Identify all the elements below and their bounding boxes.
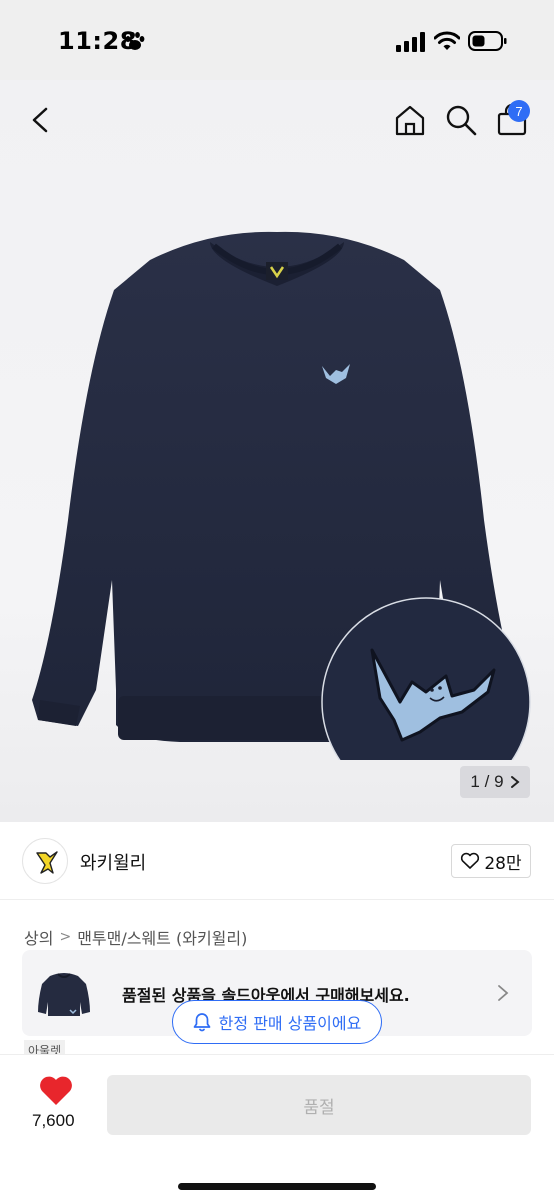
status-bar: 11:28 [0,0,554,80]
chevron-right-icon[interactable] [494,982,512,1004]
limited-sale-pill: 한정 판매 상품이에요 [172,1000,382,1044]
cart-count-badge: 7 [508,100,530,122]
soldout-thumbnail [38,973,90,1016]
wifi-icon [434,31,460,50]
brand-name[interactable]: 와키윌리 [80,849,146,875]
breadcrumb-separator: > [59,929,72,945]
pager-current: 1 [470,772,480,791]
brand-logo[interactable] [22,838,68,884]
pager-total: 9 [494,772,504,791]
bell-icon [193,1013,211,1032]
battery-icon [468,31,507,51]
brand-row[interactable]: 와키윌리 28만 [0,822,554,900]
soldout-button[interactable]: 품절 [107,1075,531,1135]
back-icon[interactable] [22,102,58,138]
product-like-count: 7,600 [32,1111,75,1130]
chevron-right-icon [510,776,520,788]
product-image [32,231,531,760]
pager-separator: / [484,772,490,791]
bottom-action-bar: 7,600 품절 [0,1054,554,1200]
gallery-pager[interactable]: 1 / 9 [460,766,530,798]
heart-filled-icon[interactable] [38,1075,74,1107]
product-image-gallery[interactable]: 7 1 / 9 [0,80,554,822]
home-icon[interactable] [392,102,428,138]
breadcrumb-subcategory[interactable]: 맨투맨/스웨트 (와키윌리) [77,925,247,949]
breadcrumb: 상의 > 맨투맨/스웨트 (와키윌리) [24,925,247,949]
brand-like-button[interactable]: 28만 [451,844,531,878]
limited-sale-text: 한정 판매 상품이에요 [218,1014,362,1033]
brand-like-count: 28만 [484,853,522,874]
signal-icon [396,32,425,52]
paw-icon [125,32,145,50]
breadcrumb-category[interactable]: 상의 [24,925,53,949]
heart-outline-icon [461,852,480,869]
search-icon[interactable] [444,102,478,138]
home-indicator [178,1183,376,1190]
